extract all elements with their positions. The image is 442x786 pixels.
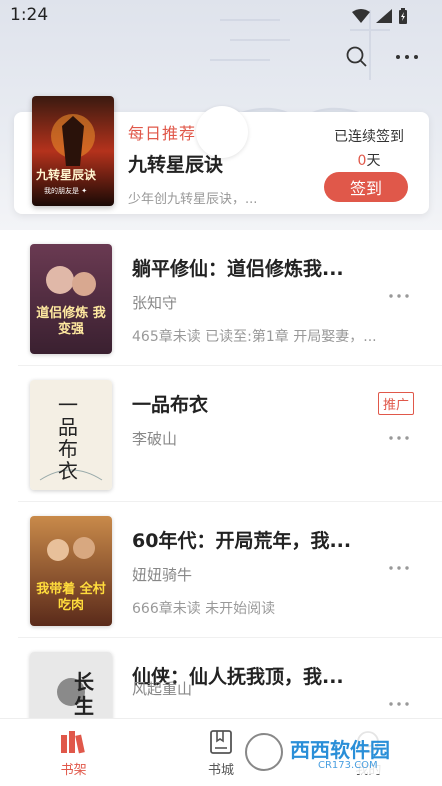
- checkin-streak-unit: 天: [366, 153, 381, 169]
- book-title: 60年代：开局荒年，我...: [132, 530, 352, 552]
- status-bar: 1:24: [0, 0, 442, 32]
- more-icon: [389, 436, 409, 440]
- more-options-button[interactable]: [394, 44, 420, 70]
- book-cover-title: 长生: [74, 670, 94, 718]
- more-icon: [389, 702, 409, 706]
- signal-icon: [376, 9, 392, 23]
- search-button[interactable]: [344, 44, 370, 70]
- book-cover[interactable]: 我带着 全村吃肉: [30, 516, 112, 626]
- book-cover-title: 道侣修炼 我变强: [36, 306, 106, 337]
- bookstore-icon: [210, 730, 232, 754]
- book-more-button[interactable]: [386, 286, 412, 306]
- book-cover[interactable]: 一品布衣: [30, 380, 112, 490]
- book-author: 风起重山: [132, 680, 193, 698]
- bookshelf-icon: [60, 731, 85, 754]
- book-title: 躺平修仙：道侣修炼我...: [132, 258, 344, 280]
- recommend-cover-subtitle: 我的朋友是 ✦: [44, 187, 88, 195]
- book-author: 李破山: [132, 430, 178, 448]
- status-time: 1:24: [10, 5, 49, 25]
- nav-bookshelf[interactable]: 书架: [0, 719, 147, 786]
- more-icon: [396, 55, 418, 59]
- book-progress: 465章未读 已读至:第1章 开局娶妻，...: [132, 329, 377, 345]
- search-icon: [346, 46, 367, 67]
- book-title: 一品布衣: [132, 394, 209, 416]
- watermark-logo: 西西软件园 CR173.COM: [240, 724, 430, 780]
- book-cover-title: 一品布衣: [58, 393, 78, 483]
- wifi-icon: [352, 9, 370, 23]
- promo-badge: 推广: [377, 392, 414, 415]
- watermark-site: CR173.COM: [318, 760, 378, 771]
- book-progress: 666章未读 未开始阅读: [132, 601, 276, 617]
- recommend-tag: 每日推荐: [128, 124, 197, 143]
- book-item[interactable]: 一品布衣 一品布衣 推广 李破山: [18, 366, 442, 502]
- recommend-title: 九转星辰诀: [128, 154, 224, 176]
- recommend-book-cover[interactable]: 九转星辰诀 我的朋友是 ✦: [32, 96, 114, 206]
- book-cover[interactable]: 道侣修炼 我变强: [30, 244, 112, 354]
- checkin-streak-value: 0天: [324, 150, 414, 170]
- more-icon: [389, 294, 409, 298]
- book-more-button[interactable]: [386, 694, 412, 714]
- book-author: 妞妞骑牛: [132, 566, 193, 584]
- nav-bookshelf-label: 书架: [60, 763, 87, 778]
- book-more-button[interactable]: [386, 428, 412, 448]
- nav-bookstore-label: 书城: [207, 763, 234, 778]
- daily-recommend-card[interactable]: 九转星辰诀 我的朋友是 ✦ 每日推荐 九转星辰诀 少年创九转星辰诀，... 已连…: [14, 96, 429, 214]
- book-author: 张知守: [132, 294, 178, 312]
- book-item[interactable]: 我带着 全村吃肉 60年代：开局荒年，我... 妞妞骑牛 666章未读 未开始阅…: [18, 502, 442, 638]
- recommend-description: 少年创九转星辰诀，...: [128, 192, 258, 207]
- book-item[interactable]: 道侣修炼 我变强 躺平修仙：道侣修炼我... 张知守 465章未读 已读至:第1…: [18, 230, 442, 366]
- checkin-streak-label: 已连续签到: [334, 129, 404, 145]
- battery-icon: [399, 8, 407, 24]
- bookshelf-list: 道侣修炼 我变强 躺平修仙：道侣修炼我... 张知守 465章未读 已读至:第1…: [0, 230, 442, 774]
- watermark-brand: 西西软件园: [290, 738, 390, 762]
- book-cover-title: 我带着 全村吃肉: [36, 582, 106, 613]
- checkin-button[interactable]: 签到: [324, 172, 408, 202]
- book-more-button[interactable]: [386, 558, 412, 578]
- recommend-cover-title: 九转星辰诀: [36, 168, 97, 182]
- more-icon: [389, 566, 409, 570]
